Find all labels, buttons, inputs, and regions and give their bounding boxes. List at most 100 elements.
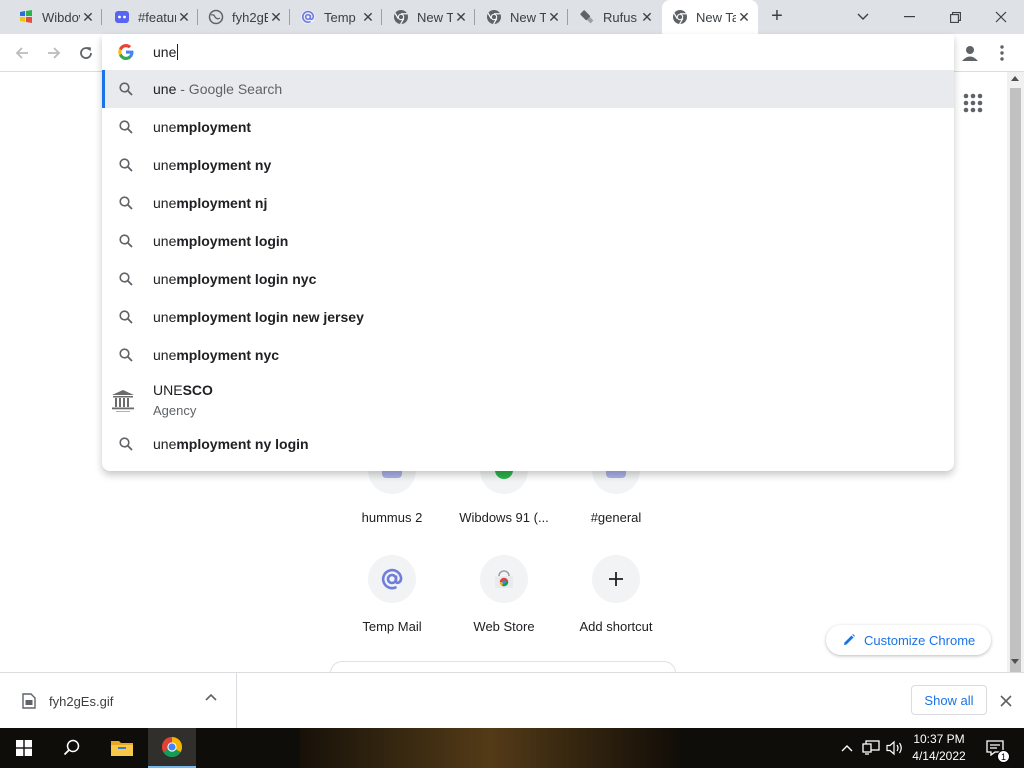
back-button[interactable] [8, 39, 36, 67]
tab-new-tab-2[interactable]: New Tab ✕ [476, 0, 568, 34]
suggestion-completion: mployment nyc [176, 347, 280, 363]
action-center-button[interactable]: 1 [980, 728, 1010, 768]
close-icon[interactable]: ✕ [268, 9, 284, 25]
tab-title: New Tab [417, 9, 453, 25]
suggestion-prefix: une [153, 436, 177, 452]
forward-button[interactable] [40, 39, 68, 67]
tab-features[interactable]: #features ✕ [104, 0, 198, 34]
taskbar-search-button[interactable] [48, 728, 96, 768]
volume-button[interactable] [884, 728, 906, 768]
minimize-icon [903, 16, 915, 18]
close-download-shelf-button[interactable] [996, 691, 1016, 711]
customize-chrome-button[interactable]: Customize Chrome [826, 625, 991, 655]
taskbar-clock[interactable]: 10:37 PM 4/14/2022 [905, 731, 973, 765]
shortcut-web-store[interactable]: Web Store [448, 555, 560, 634]
tab-search-button[interactable] [840, 0, 886, 34]
typed-text: une [153, 44, 177, 60]
close-icon[interactable]: ✕ [546, 9, 562, 25]
restore-icon [949, 11, 961, 23]
search-icon [119, 82, 133, 96]
scroll-up-arrow[interactable] [1011, 76, 1019, 81]
address-input[interactable]: une [153, 44, 179, 60]
suggestion-google-search[interactable]: une - Google Search [102, 70, 954, 108]
close-icon[interactable]: ✕ [639, 9, 655, 25]
tab-temp-mail[interactable]: Temp Mail ✕ [290, 0, 382, 34]
tab-title: Rufus [603, 9, 637, 25]
suggestion-completion: mployment nj [176, 195, 268, 211]
chrome-taskbar-button[interactable] [148, 728, 196, 768]
arrow-right-icon [48, 47, 61, 59]
google-apps-button[interactable] [962, 92, 984, 114]
suggestion-item[interactable]: unemployment ny [102, 146, 954, 184]
network-button[interactable] [860, 728, 882, 768]
minimize-button[interactable] [886, 0, 932, 34]
suggestion-prefix: une [153, 309, 177, 325]
tab-rufus[interactable]: Rufus ✕ [569, 0, 661, 34]
close-icon[interactable]: ✕ [453, 9, 469, 25]
file-explorer-button[interactable] [98, 728, 146, 768]
new-tab-button[interactable]: + [764, 5, 790, 29]
shortcut-temp-mail[interactable]: Temp Mail [336, 555, 448, 634]
tab-wibdows[interactable]: Wibdows 91 ✕ [8, 0, 102, 34]
suggestion-completion: mployment login new jersey [176, 309, 364, 325]
tab-title: New Tab [696, 9, 736, 25]
search-icon [119, 158, 133, 172]
apps-grid-icon [963, 93, 983, 113]
scrollbar-thumb[interactable] [1010, 88, 1021, 678]
windows-taskbar: 10:37 PM 4/14/2022 1 [0, 728, 1024, 768]
close-icon[interactable]: ✕ [360, 9, 376, 25]
show-hidden-icons-button[interactable] [838, 728, 856, 768]
search-icon [119, 348, 133, 362]
reload-button[interactable] [72, 39, 100, 67]
suggestion-item[interactable]: unemployment ny login [102, 425, 954, 463]
add-shortcut-button[interactable]: Add shortcut [560, 555, 672, 634]
plus-icon [592, 555, 640, 603]
show-all-button[interactable]: Show all [911, 685, 987, 715]
search-icon [63, 739, 80, 756]
profile-button[interactable] [956, 39, 984, 67]
address-bar[interactable]: une [102, 34, 954, 70]
suggestion-item[interactable]: unemployment nj [102, 184, 954, 222]
download-item[interactable]: fyh2gEs.gif [0, 673, 237, 729]
menu-button[interactable] [990, 39, 1014, 67]
suggestion-prefix: une [153, 271, 177, 287]
speaker-icon [886, 740, 902, 756]
tab-separator [381, 9, 382, 25]
close-icon[interactable]: ✕ [80, 9, 96, 25]
suggestion-item[interactable]: unemployment login [102, 222, 954, 260]
tab-new-tab-1[interactable]: New Tab ✕ [383, 0, 475, 34]
tab-title: Temp Mail [324, 9, 360, 25]
restore-button[interactable] [932, 0, 978, 34]
page-scrollbar[interactable] [1007, 72, 1024, 678]
wibdows-icon [18, 9, 34, 25]
suggestion-item[interactable]: unemployment login new jersey [102, 298, 954, 336]
download-shelf: fyh2gEs.gif Show all [0, 672, 1024, 729]
close-icon [1000, 695, 1012, 707]
usb-drive-icon [579, 9, 595, 25]
suggestion-item[interactable]: unemployment [102, 108, 954, 146]
search-icon [119, 272, 133, 286]
suggestion-completion: mployment ny [176, 157, 272, 173]
chevron-up-icon[interactable] [205, 693, 217, 701]
pencil-icon [842, 633, 856, 647]
close-window-button[interactable] [978, 0, 1024, 34]
close-icon[interactable]: ✕ [176, 9, 192, 25]
shortcut-label: Temp Mail [362, 619, 422, 634]
suggestion-item[interactable]: unemployment nyc [102, 336, 954, 374]
web-store-icon [480, 555, 528, 603]
shortcut-label: Add shortcut [579, 619, 653, 634]
close-icon[interactable]: ✕ [736, 9, 752, 25]
start-button[interactable] [0, 728, 48, 768]
suggestion-prefix: une [153, 81, 177, 97]
scroll-down-arrow[interactable] [1011, 659, 1019, 664]
entity-subtitle: Agency [153, 403, 197, 418]
entity-completion: SCO [182, 382, 213, 398]
discord-icon [114, 9, 130, 25]
suggestion-entity-unesco[interactable]: UNESCO Agency [102, 374, 954, 426]
suggestion-item[interactable]: unemployment login nyc [102, 260, 954, 298]
search-icon [119, 437, 133, 451]
tab-gif[interactable]: fyh2gEs.gif ✕ [198, 0, 290, 34]
tab-title: #features [138, 9, 176, 25]
file-icon [22, 693, 36, 709]
tab-new-tab-active[interactable]: New Tab ✕ [662, 0, 758, 34]
